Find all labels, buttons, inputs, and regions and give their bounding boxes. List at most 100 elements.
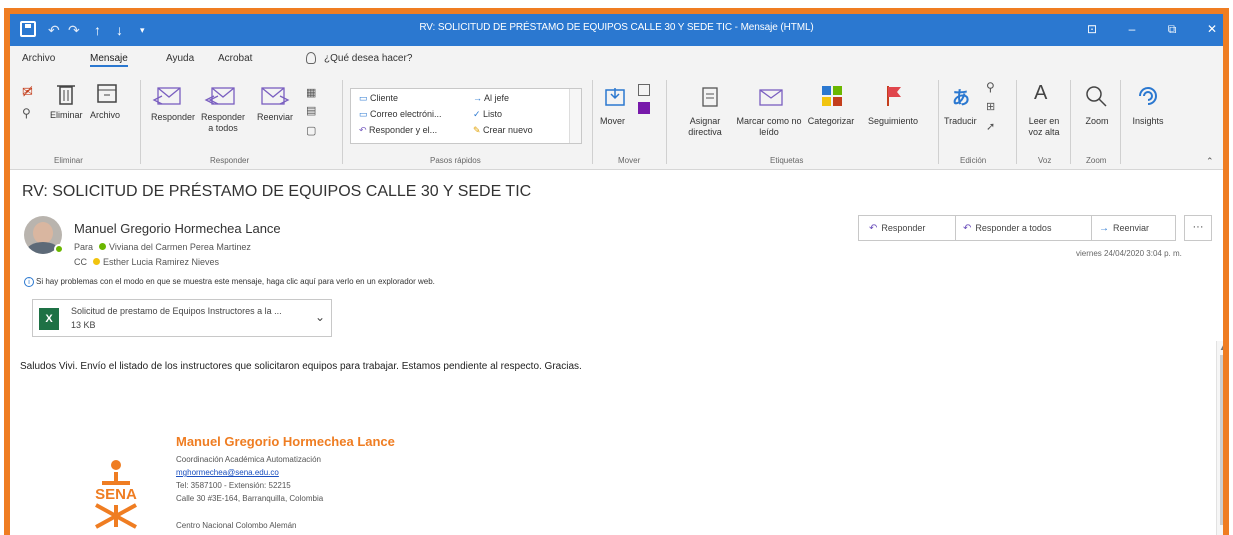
forward-action-button[interactable]: → Reenviar xyxy=(1099,216,1149,240)
move-button[interactable]: Mover xyxy=(600,116,625,127)
signature-role: Coordinación Académica Automatización xyxy=(176,455,321,464)
forward-arrow-icon: → xyxy=(1099,223,1109,234)
archive-icon[interactable] xyxy=(96,82,118,104)
group-label-tags: Etiquetas xyxy=(770,156,804,165)
signature-address: Calle 30 #3E-164, Barranquilla, Colombia xyxy=(176,494,324,503)
reply-icon[interactable] xyxy=(152,84,182,108)
tab-mensaje[interactable]: Mensaje xyxy=(90,53,128,67)
mark-unread-icon[interactable] xyxy=(758,86,784,108)
group-label-move: Mover xyxy=(618,156,641,165)
action-separator xyxy=(1091,216,1092,240)
title-bar: ↶ ↷ ↑ ↓ ▾ RV: SOLICITUD DE PRÉSTAMO DE E… xyxy=(10,14,1223,46)
assign-policy-button[interactable]: Asignar directiva xyxy=(680,116,730,138)
related-icon[interactable]: ⊞ xyxy=(986,100,995,113)
cc-line: CC Esther Lucia Ramirez Nieves xyxy=(74,257,219,267)
delete-button[interactable]: Eliminar xyxy=(50,110,83,121)
follow-up-button[interactable]: Seguimiento xyxy=(860,116,926,127)
attachment-card[interactable]: X Solicitud de prestamo de Equipos Instr… xyxy=(32,299,332,337)
collapse-ribbon-icon[interactable]: ⌃ xyxy=(1206,156,1214,167)
ribbon: ✉̸ ⚲ Eliminar Archivo Eliminar Responder… xyxy=(10,74,1223,170)
quick-steps-gallery: ▭ Cliente ▭ Correo electróni... ↶ Respon… xyxy=(350,88,582,144)
sender-name[interactable]: Manuel Gregorio Hormechea Lance xyxy=(74,221,281,236)
meeting-icon[interactable]: ▦ xyxy=(306,86,316,99)
translate-icon[interactable]: あ xyxy=(952,84,970,110)
to-recipient[interactable]: Viviana del Carmen Perea Martinez xyxy=(109,242,251,252)
close-button[interactable]: ✕ xyxy=(1200,19,1223,39)
cleanup-icon[interactable]: ⚲ xyxy=(22,106,31,120)
vertical-scrollbar[interactable]: ▲ xyxy=(1216,341,1223,535)
message-reading-pane: RV: SOLICITUD DE PRÉSTAMO DE EQUIPOS CAL… xyxy=(10,171,1223,535)
categorize-icon[interactable] xyxy=(820,84,844,108)
translate-button[interactable]: Traducir xyxy=(944,116,977,127)
group-label-quick-steps: Pasos rápidos xyxy=(430,156,481,165)
reply-all-action-button[interactable]: ↶ Responder a todos xyxy=(963,216,1051,240)
quick-steps-scroll[interactable] xyxy=(569,89,581,143)
info-bar-text: Si hay problemas con el modo en que se m… xyxy=(36,277,435,286)
minimize-button[interactable]: – xyxy=(1120,19,1144,39)
restore-button[interactable]: ⧉ xyxy=(1160,19,1184,39)
quick-step-listo[interactable]: ✓ Listo xyxy=(473,109,502,120)
group-label-zoom: Zoom xyxy=(1086,156,1107,165)
tab-acrobat[interactable]: Acrobat xyxy=(218,53,252,64)
reply-all-arrow-icon: ↶ xyxy=(963,223,972,234)
move-icon[interactable] xyxy=(604,86,628,108)
select-icon[interactable]: ➚ xyxy=(986,120,995,133)
lightbulb-icon xyxy=(306,52,316,64)
zoom-button[interactable]: Zoom xyxy=(1080,116,1114,127)
quick-step-crear-nuevo[interactable]: ✎ Crear nuevo xyxy=(473,125,533,136)
find-icon[interactable]: ⚲ xyxy=(986,80,995,94)
reply-all-icon[interactable] xyxy=(204,84,236,108)
group-separator xyxy=(592,80,593,164)
ribbon-display-options-button[interactable]: ⊡ xyxy=(1080,19,1104,39)
scroll-up-icon[interactable]: ▲ xyxy=(1219,343,1223,352)
action-separator xyxy=(955,216,956,240)
mark-unread-button[interactable]: Marcar como no leído xyxy=(736,116,802,138)
info-icon: i xyxy=(24,277,34,287)
tell-me-search[interactable]: ¿Qué desea hacer? xyxy=(324,53,412,64)
message-date: viernes 24/04/2020 3:04 p. m. xyxy=(1076,249,1182,258)
archive-button[interactable]: Archivo xyxy=(90,110,120,121)
forward-icon[interactable] xyxy=(260,84,290,108)
attachment-name: Solicitud de prestamo de Equipos Instruc… xyxy=(71,306,282,316)
reply-action-button[interactable]: ↶ Responder xyxy=(869,216,925,240)
cc-recipient[interactable]: Esther Lucia Ramirez Nieves xyxy=(103,257,219,267)
reply-button[interactable]: Responder xyxy=(150,112,196,123)
tab-archivo[interactable]: Archivo xyxy=(22,53,55,64)
quick-step-responder[interactable]: ↶ Responder y el... xyxy=(359,125,437,136)
sena-logo-text: SENA xyxy=(95,486,137,503)
group-separator xyxy=(1120,80,1121,164)
categorize-button[interactable]: Categorizar xyxy=(806,116,856,127)
onenote-icon[interactable] xyxy=(638,102,650,114)
reply-all-button[interactable]: Responder a todos xyxy=(200,112,246,134)
excel-file-icon: X xyxy=(39,308,59,330)
sena-logo: SENA xyxy=(95,460,137,529)
quick-step-cliente[interactable]: ▭ Cliente xyxy=(359,93,398,104)
insights-button[interactable]: Insights xyxy=(1128,116,1168,127)
cc-label: CC xyxy=(74,257,87,267)
assign-policy-icon[interactable] xyxy=(700,86,720,110)
to-label: Para xyxy=(74,242,94,252)
ignore-icon[interactable]: ✉̸ xyxy=(22,84,33,100)
im-icon[interactable]: ▤ xyxy=(306,104,316,117)
signature-email-link[interactable]: mghormechea@sena.edu.co xyxy=(176,468,279,477)
read-aloud-button[interactable]: Leer en voz alta xyxy=(1024,116,1064,138)
attachment-size: 13 KB xyxy=(71,320,96,330)
more-actions-button[interactable]: ··· xyxy=(1184,215,1212,241)
group-label-delete: Eliminar xyxy=(54,156,83,165)
quick-step-al-jefe[interactable]: → Al jefe xyxy=(473,93,509,103)
message-subject: RV: SOLICITUD DE PRÉSTAMO DE EQUIPOS CAL… xyxy=(22,183,532,200)
tab-ayuda[interactable]: Ayuda xyxy=(166,53,194,64)
read-aloud-icon[interactable]: A xyxy=(1034,82,1047,105)
chevron-down-icon[interactable]: ⌄ xyxy=(315,310,325,324)
follow-up-flag-icon[interactable] xyxy=(884,84,904,108)
zoom-icon[interactable] xyxy=(1084,84,1108,108)
quick-step-correo[interactable]: ▭ Correo electróni... xyxy=(359,109,442,120)
menu-bar: Archivo Mensaje Ayuda Acrobat ¿Qué desea… xyxy=(10,46,1223,74)
info-bar[interactable]: i Si hay problemas con el modo en que se … xyxy=(24,277,435,287)
delete-icon[interactable] xyxy=(56,82,76,106)
forward-button[interactable]: Reenviar xyxy=(252,112,298,123)
scroll-thumb[interactable] xyxy=(1220,355,1223,525)
insights-icon[interactable] xyxy=(1134,82,1162,110)
more-respond-icon[interactable]: ▢ xyxy=(306,124,316,137)
rules-icon[interactable] xyxy=(638,84,650,96)
